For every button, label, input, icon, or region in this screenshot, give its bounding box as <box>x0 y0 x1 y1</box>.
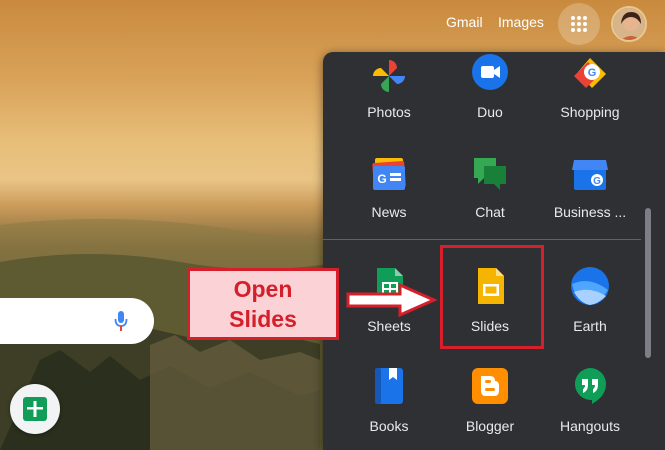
gmail-link[interactable]: Gmail <box>446 14 483 30</box>
annotation-line-2: Slides <box>229 306 297 332</box>
duo-icon <box>472 54 508 90</box>
app-label: Earth <box>573 318 607 334</box>
slides-highlight-box <box>440 245 544 349</box>
news-icon: G <box>372 158 406 190</box>
business-profile-icon: G <box>572 160 608 190</box>
earth-icon <box>571 267 609 305</box>
svg-text:G: G <box>377 172 386 186</box>
apps-panel-scrollbar[interactable] <box>645 208 651 358</box>
svg-text:G: G <box>588 67 597 79</box>
app-label: Chat <box>475 204 505 220</box>
sheets-icon <box>23 397 47 421</box>
annotation-arrow-icon <box>346 282 438 318</box>
app-news[interactable]: G News <box>339 152 439 236</box>
app-chat[interactable]: Chat <box>440 152 540 236</box>
books-icon <box>375 368 403 404</box>
google-apps-button[interactable] <box>558 3 600 45</box>
microphone-icon[interactable] <box>114 310 128 332</box>
app-books[interactable]: Books <box>339 366 439 450</box>
app-label: Books <box>369 418 409 434</box>
photos-icon <box>373 60 405 92</box>
app-label: Sheets <box>367 318 411 334</box>
hangouts-icon <box>574 368 606 404</box>
app-label: Business ... <box>553 204 627 220</box>
app-hangouts[interactable]: Hangouts <box>540 366 640 450</box>
app-label: Blogger <box>465 418 515 434</box>
app-earth[interactable]: Earth <box>540 266 640 350</box>
shopping-icon: G <box>574 58 606 88</box>
app-label: Photos <box>367 104 411 120</box>
sheets-shortcut-button[interactable] <box>10 384 60 434</box>
app-label: News <box>371 204 407 220</box>
account-avatar[interactable] <box>611 6 647 42</box>
images-link[interactable]: Images <box>498 14 544 30</box>
app-label: Duo <box>477 104 503 120</box>
app-label: Hangouts <box>560 418 620 434</box>
app-business[interactable]: G Business ... <box>540 152 640 236</box>
blogger-icon <box>472 368 508 404</box>
annotation-line-1: Open <box>233 276 293 302</box>
search-box[interactable] <box>0 298 154 344</box>
app-label: Shopping <box>560 104 620 120</box>
app-shopping[interactable]: G Shopping <box>540 52 640 136</box>
svg-text:G: G <box>593 176 601 187</box>
chat-icon <box>474 158 506 190</box>
apps-grid-icon <box>571 16 587 32</box>
app-duo[interactable]: Duo <box>440 52 540 136</box>
annotation-callout: Open Slides <box>187 268 339 340</box>
section-divider <box>323 239 641 240</box>
app-photos[interactable]: Photos <box>339 52 439 136</box>
app-blogger[interactable]: Blogger <box>440 366 540 450</box>
